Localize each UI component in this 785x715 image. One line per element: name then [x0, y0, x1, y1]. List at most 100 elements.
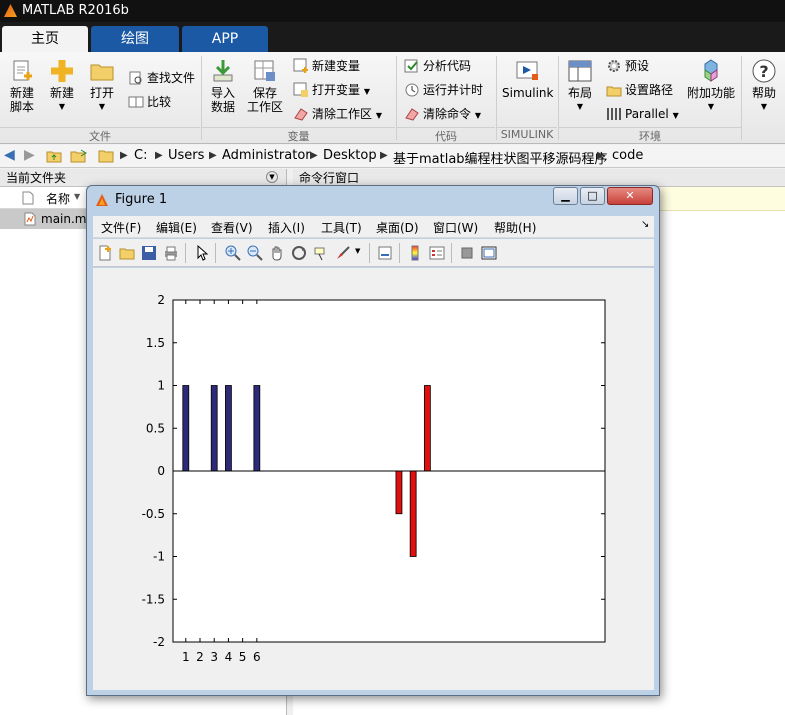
- print-icon[interactable]: [163, 245, 179, 261]
- toolbar-separator: [215, 243, 216, 263]
- x-tick-label: 5: [239, 650, 247, 664]
- sort-arrow-icon[interactable]: ▼: [74, 192, 80, 201]
- zoom-in-icon[interactable]: [225, 245, 241, 261]
- breadcrumb-code[interactable]: code: [612, 148, 643, 163]
- section-variable: 变量: [202, 127, 395, 143]
- colorbar-icon[interactable]: [407, 245, 423, 261]
- new-figure-icon[interactable]: [97, 245, 113, 261]
- menu-tools[interactable]: 工具(T): [321, 219, 362, 236]
- pan-hand-icon[interactable]: [269, 245, 285, 261]
- open-variable-button[interactable]: 打开变量 ▼: [293, 80, 370, 100]
- ribbon-tab-bar: 主页 绘图 APP: [0, 22, 785, 52]
- tab-apps[interactable]: APP: [182, 26, 268, 52]
- y-tick-label: -2: [153, 635, 165, 649]
- find-files-button[interactable]: 查找文件: [128, 68, 195, 88]
- dropdown-arrow-icon: ▼: [98, 102, 106, 111]
- x-tick-label: 4: [225, 650, 233, 664]
- x-tick-label: 6: [253, 650, 261, 664]
- find-files-icon: [129, 71, 142, 85]
- zoom-out-icon[interactable]: [247, 245, 263, 261]
- new-variable-button[interactable]: 新建变量: [293, 56, 360, 76]
- data-cursor-icon[interactable]: [313, 245, 329, 261]
- menu-edit[interactable]: 编辑(E): [156, 219, 197, 236]
- tab-plots[interactable]: 绘图: [91, 26, 179, 52]
- figure-window[interactable]: Figure 1 ▁ □ ✕ 文件(F) 编辑(E) 查看(V) 插入(I) 工…: [86, 185, 660, 696]
- menu-window[interactable]: 窗口(W): [433, 219, 478, 236]
- preferences-button[interactable]: 预设: [606, 56, 649, 76]
- breadcrumb-separator-icon: ▶: [310, 150, 318, 161]
- open-button[interactable]: 打开 ▼: [86, 58, 118, 114]
- figure-toolbar: ▼: [93, 239, 654, 267]
- pointer-icon[interactable]: [195, 245, 211, 261]
- set-path-button[interactable]: 设置路径: [606, 80, 673, 100]
- gear-icon: [608, 60, 620, 72]
- x-tick-label: 2: [196, 650, 204, 664]
- dropdown-arrow-icon: ▼: [363, 87, 370, 96]
- panel-actions-icon[interactable]: ▼: [266, 171, 278, 183]
- analyze-code-icon: [404, 59, 418, 73]
- bar-series2-x16: [395, 470, 403, 515]
- maximize-button[interactable]: □: [580, 187, 605, 205]
- y-tick-label: 0: [157, 464, 165, 478]
- new-script-button[interactable]: 新建 脚本: [4, 58, 40, 114]
- svg-text:?: ?: [759, 62, 768, 81]
- close-button[interactable]: ✕: [607, 187, 653, 205]
- minimize-button[interactable]: ▁: [553, 187, 578, 205]
- browse-folder-icon[interactable]: [70, 148, 88, 164]
- set-path-icon: [606, 86, 622, 97]
- tab-home[interactable]: 主页: [2, 26, 88, 52]
- dock-arrow-icon[interactable]: ↘: [641, 219, 649, 230]
- breadcrumb-administrator[interactable]: Administrator: [222, 148, 311, 163]
- forward-arrow-icon[interactable]: ▶: [24, 147, 35, 163]
- name-column-header[interactable]: 名称: [46, 190, 70, 207]
- open-file-icon[interactable]: [119, 245, 135, 261]
- import-data-button[interactable]: 导入 数据: [206, 58, 240, 114]
- x-tick-label: 1: [182, 650, 190, 664]
- breadcrumb-desktop[interactable]: Desktop: [323, 148, 377, 163]
- menu-help[interactable]: 帮助(H): [494, 219, 536, 236]
- brush-icon[interactable]: [335, 245, 351, 261]
- legend-icon[interactable]: [429, 245, 445, 261]
- back-arrow-icon[interactable]: ◀: [4, 147, 15, 163]
- show-plot-tools-icon[interactable]: [481, 245, 497, 261]
- breadcrumb-separator-icon: ▶: [209, 150, 217, 161]
- parallel-button[interactable]: Parallel ▼: [606, 104, 679, 124]
- new-plus-icon: [51, 60, 73, 82]
- dropdown-arrow-icon: ▼: [672, 111, 679, 120]
- simulink-button[interactable]: Simulink: [502, 58, 553, 100]
- save-workspace-button[interactable]: 保存 工作区: [244, 58, 286, 114]
- run-and-time-button[interactable]: 运行并计时: [404, 80, 483, 100]
- analyze-code-button[interactable]: 分析代码: [404, 56, 471, 76]
- clear-workspace-button[interactable]: 清除工作区 ▼: [293, 104, 382, 124]
- open-folder-icon: [90, 64, 114, 81]
- hide-plot-tools-icon[interactable]: [459, 245, 475, 261]
- compare-button[interactable]: 比较: [128, 92, 171, 112]
- section-environment: 环境: [559, 127, 741, 143]
- dropdown-arrow-icon: ▼: [58, 102, 66, 111]
- figure-menu-bar: 文件(F) 编辑(E) 查看(V) 插入(I) 工具(T) 桌面(D) 窗口(W…: [93, 216, 654, 238]
- menu-desktop[interactable]: 桌面(D): [376, 219, 419, 236]
- up-folder-icon[interactable]: [46, 148, 62, 164]
- link-plot-icon[interactable]: [377, 245, 393, 261]
- menu-file[interactable]: 文件(F): [101, 219, 141, 236]
- import-data-icon: [213, 60, 233, 82]
- ribbon-separator: [741, 56, 742, 140]
- clear-commands-button[interactable]: 清除命令 ▼: [404, 104, 481, 124]
- new-button[interactable]: 新建 ▼: [46, 58, 78, 114]
- bar-series2-x17: [409, 470, 417, 557]
- y-tick-label: 0.5: [146, 421, 165, 435]
- menu-insert[interactable]: 插入(I): [268, 219, 305, 236]
- y-tick-label: -0.5: [142, 507, 165, 521]
- rotate-3d-icon[interactable]: [291, 245, 307, 261]
- save-icon[interactable]: [141, 245, 157, 261]
- breadcrumb-users[interactable]: Users: [168, 148, 204, 163]
- folder-icon: [98, 150, 114, 163]
- layout-button[interactable]: 布局 ▼: [563, 58, 597, 114]
- breadcrumb-project-folder[interactable]: 基于matlab编程柱状图平移源码程序: [393, 148, 608, 167]
- breadcrumb-drive[interactable]: C:: [134, 148, 147, 163]
- dropdown-arrow-icon: ▼: [707, 102, 715, 111]
- help-button[interactable]: ? 帮助 ▼: [746, 58, 782, 114]
- menu-view[interactable]: 查看(V): [211, 219, 253, 236]
- brush-dropdown-arrow-icon[interactable]: ▼: [355, 247, 360, 255]
- add-ons-button[interactable]: 附加功能 ▼: [686, 58, 736, 114]
